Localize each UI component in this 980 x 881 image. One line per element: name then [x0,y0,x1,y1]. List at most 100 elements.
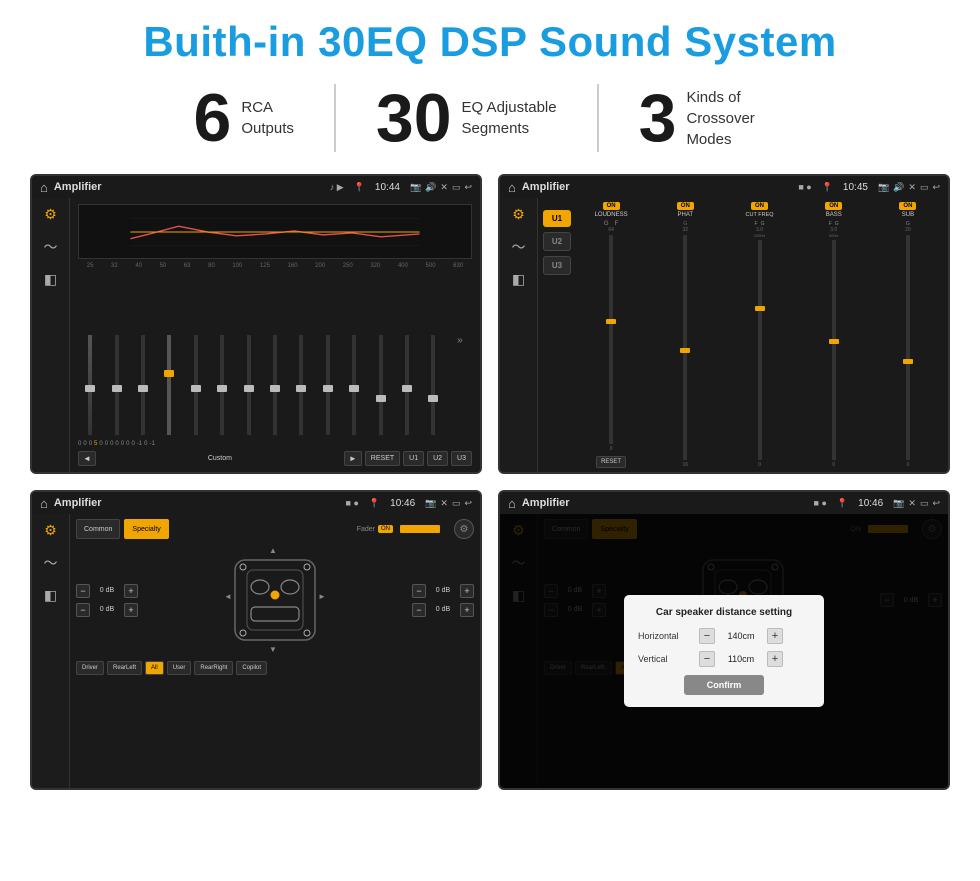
all-btn[interactable]: All [145,661,164,675]
dsp-u2-btn[interactable]: U2 [543,232,571,251]
music-icon-3: ■ ● [346,498,359,508]
eq-u1-btn[interactable]: U1 [403,451,424,466]
screens-grid: ⌂ Amplifier ♪ ▶ 📍 10:44 📷 🔊 ✕ ▭ ↩ ⚙ [30,174,950,790]
stat-number-eq: 30 [376,84,452,152]
bass-on[interactable]: ON [825,202,842,210]
pin-icon-4: 📍 [837,498,848,509]
rearright-btn[interactable]: RearRight [194,661,233,675]
home-icon-1[interactable]: ⌂ [40,180,48,195]
level-plus-fl[interactable]: + [124,584,138,598]
speaker-tabs: Common Specialty Fader ON ⚙ [76,519,474,539]
eq-slider-5[interactable] [210,335,234,435]
eq-slider-expand[interactable]: » [448,335,472,435]
left-sidebar-3: ⚙ 〜 ◧ [32,514,70,788]
eq-slider-8[interactable] [289,335,313,435]
loudness-on[interactable]: ON [603,202,620,210]
cutfreq-on[interactable]: ON [751,202,768,210]
eq-slider-0[interactable] [78,335,102,435]
eq-sliders: » [78,272,472,435]
level-plus-fr[interactable]: + [460,584,474,598]
confirm-btn[interactable]: Confirm [684,675,764,695]
dsp-u3-btn[interactable]: U3 [543,256,571,275]
x-icon-4: ✕ [908,498,916,509]
dsp-u1-btn[interactable]: U1 [543,210,571,227]
eq-next-btn[interactable]: ► [344,451,362,466]
status-icons-3: ■ ● [346,498,359,508]
level-minus-rl[interactable]: − [76,603,90,617]
eq-reset-btn[interactable]: RESET [365,451,400,466]
rearleft-btn[interactable]: RearLeft [107,661,142,675]
pin-icon-3: 📍 [369,498,380,509]
vol-icon-side-2[interactable]: ◧ [512,271,525,288]
home-icon-4[interactable]: ⌂ [508,496,516,511]
status-icons-right-4: 📷 ✕ ▭ ↩ [893,498,940,509]
status-time-4: 10:46 [858,498,883,509]
status-time-3: 10:46 [390,498,415,509]
eq-slider-6[interactable] [236,335,260,435]
level-plus-rr[interactable]: + [460,603,474,617]
level-plus-rl[interactable]: + [124,603,138,617]
home-icon-2[interactable]: ⌂ [508,180,516,195]
screen-speaker: ⌂ Amplifier ■ ● 📍 10:46 📷 ✕ ▭ ↩ ⚙ 〜 [30,490,482,790]
eq-slider-7[interactable] [263,335,287,435]
eq-slider-1[interactable] [104,335,128,435]
horizontal-label: Horizontal [638,631,693,641]
level-minus-fr[interactable]: − [412,584,426,598]
eq-prev-btn[interactable]: ◄ [78,451,96,466]
back-icon-3: ↩ [464,498,472,509]
vol-icon-2: 🔊 [893,182,904,193]
vertical-minus-btn[interactable]: − [699,651,715,667]
level-minus-rr[interactable]: − [412,603,426,617]
eq-slider-12[interactable] [395,335,419,435]
eq-custom-label: Custom [99,455,341,462]
sub-on[interactable]: ON [899,202,916,210]
eq-slider-10[interactable] [342,335,366,435]
tab-common[interactable]: Common [76,519,120,539]
tab-specialty[interactable]: Specialty [124,519,168,539]
horizontal-minus-btn[interactable]: − [699,628,715,644]
user-btn[interactable]: User [167,661,192,675]
vertical-label: Vertical [638,654,693,664]
eq-slider-2[interactable] [131,335,155,435]
distance-dialog: Car speaker distance setting Horizontal … [624,595,824,707]
wave-icon-2[interactable]: 〜 [512,237,526,257]
fader-label: Fader [357,526,375,533]
horizontal-plus-btn[interactable]: + [767,628,783,644]
eq-u3-btn[interactable]: U3 [451,451,472,466]
speaker-labels-row: Driver RearLeft All User RearRight Copil… [76,661,474,675]
eq-slider-3[interactable] [157,335,181,435]
level-minus-fl[interactable]: − [76,584,90,598]
dsp-reset-btn[interactable]: RESET [596,456,626,468]
vol-icon-side-3[interactable]: ◧ [44,587,57,604]
driver-btn[interactable]: Driver [76,661,104,675]
x-icon-1: ✕ [440,182,448,193]
eq-icon-1[interactable]: ⚙ [44,206,57,223]
stat-item-eq: 30 EQ AdjustableSegments [336,84,599,152]
vertical-plus-btn[interactable]: + [767,651,783,667]
eq-slider-4[interactable] [184,335,208,435]
vol-icon-side-1[interactable]: ◧ [44,271,57,288]
back-icon-1: ↩ [464,182,472,193]
eq-slider-9[interactable] [316,335,340,435]
eq-icon-3[interactable]: ⚙ [44,522,57,539]
wave-icon-1[interactable]: 〜 [44,237,58,257]
phat-on[interactable]: ON [677,202,694,210]
eq-icon-2[interactable]: ⚙ [512,206,525,223]
back-icon-2: ↩ [932,182,940,193]
status-icons-4: ■ ● [814,498,827,508]
eq-slider-13[interactable] [421,335,445,435]
dialog-row-vertical: Vertical − 110cm + [638,651,810,667]
home-icon-3[interactable]: ⌂ [40,496,48,511]
stat-text-crossover: Kinds ofCrossover Modes [686,87,786,150]
settings-icon-3[interactable]: ⚙ [454,519,474,539]
status-bar-4: ⌂ Amplifier ■ ● 📍 10:46 📷 ✕ ▭ ↩ [500,492,948,514]
status-icons-right-1: 📷 🔊 ✕ ▭ ↩ [410,182,472,193]
page-wrapper: Buith-in 30EQ DSP Sound System 6 RCAOutp… [0,0,980,800]
eq-u2-btn[interactable]: U2 [427,451,448,466]
level-value-rr: 0 dB [429,606,457,613]
copilot-btn[interactable]: Copilot [236,661,267,675]
left-sidebar-1: ⚙ 〜 ◧ [32,198,70,472]
eq-slider-11[interactable] [368,335,392,435]
level-row-rr: − 0 dB + [412,603,474,617]
wave-icon-3[interactable]: 〜 [44,553,58,573]
